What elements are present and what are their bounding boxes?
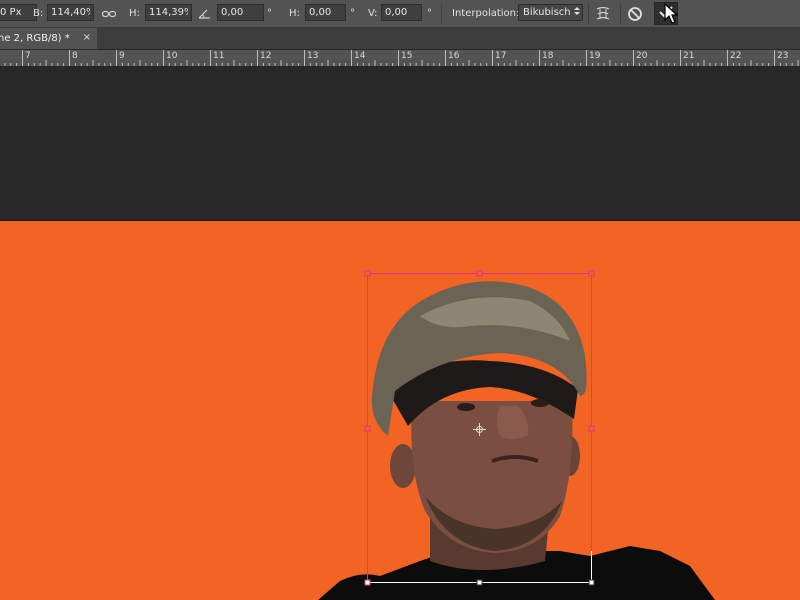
handle-top-center[interactable] bbox=[476, 270, 483, 277]
document-tab-bar: ne 2, RGB/8) * × bbox=[0, 28, 800, 50]
ruler-number: 19 bbox=[589, 51, 601, 61]
skew-v-degree-label: ° bbox=[427, 8, 432, 19]
handle-middle-left[interactable] bbox=[364, 425, 371, 432]
toolbar-divider bbox=[620, 4, 621, 23]
ruler-number: 15 bbox=[401, 51, 413, 61]
rotate-degree-label: ° bbox=[267, 8, 272, 19]
pasteboard bbox=[0, 67, 800, 221]
handle-top-right[interactable] bbox=[588, 270, 595, 277]
ruler-number: 8 bbox=[72, 51, 78, 61]
ruler-number: 10 bbox=[166, 51, 178, 61]
ruler-number: 12 bbox=[260, 51, 272, 61]
handle-bottom-left[interactable] bbox=[364, 579, 371, 586]
ruler-number: 17 bbox=[495, 51, 507, 61]
interpolation-value: Bikubisch bbox=[523, 7, 571, 18]
skew-v-field[interactable] bbox=[381, 4, 422, 21]
rotate-angle-icon bbox=[198, 0, 211, 27]
height-scale-label: H: bbox=[129, 8, 140, 19]
skew-h-degree-label: ° bbox=[350, 8, 355, 19]
ruler-number: 13 bbox=[307, 51, 319, 61]
ruler-number: 20 bbox=[636, 51, 648, 61]
cancel-transform-icon[interactable] bbox=[627, 0, 643, 27]
ruler-number: 11 bbox=[213, 51, 225, 61]
ruler-number: 16 bbox=[448, 51, 460, 61]
interpolation-select[interactable]: Bikubisch bbox=[518, 4, 583, 21]
close-tab-icon[interactable]: × bbox=[83, 32, 91, 43]
warp-mode-icon[interactable] bbox=[595, 0, 611, 27]
handle-bottom-right[interactable] bbox=[588, 579, 595, 586]
horizontal-ruler[interactable]: 7 8 9 10 11 12 13 14 15 16 17 18 19 20 21 22 23 bbox=[0, 50, 800, 67]
handle-middle-right[interactable] bbox=[588, 425, 595, 432]
handle-bottom-center[interactable] bbox=[476, 579, 483, 586]
width-scale-field[interactable] bbox=[47, 4, 94, 21]
ruler-number: 21 bbox=[683, 51, 695, 61]
rotate-angle-field[interactable] bbox=[217, 4, 264, 21]
ruler-number: 7 bbox=[25, 51, 31, 61]
ruler-number: 18 bbox=[542, 51, 554, 61]
interpolation-label: Interpolation: bbox=[452, 8, 520, 19]
height-scale-field[interactable] bbox=[145, 4, 192, 21]
reference-point-icon[interactable] bbox=[473, 423, 486, 436]
ruler-number: 14 bbox=[354, 51, 366, 61]
toolbar-divider bbox=[441, 4, 442, 23]
skew-h-label: H: bbox=[289, 8, 300, 19]
transform-box bbox=[364, 270, 595, 586]
skew-v-label: V: bbox=[368, 8, 378, 19]
skew-h-field[interactable] bbox=[305, 4, 346, 21]
link-icon[interactable] bbox=[102, 0, 116, 27]
width-scale-label: B: bbox=[33, 8, 44, 19]
options-bar: B: H: ° H: ° V: ° Interpolation: Bikubis… bbox=[0, 0, 800, 28]
mouse-cursor-icon bbox=[664, 3, 678, 25]
ruler-number: 22 bbox=[730, 51, 742, 61]
handle-top-left[interactable] bbox=[364, 270, 371, 277]
x-position-field[interactable] bbox=[0, 4, 37, 21]
document-canvas[interactable] bbox=[0, 221, 800, 600]
updown-arrows-icon bbox=[573, 6, 580, 19]
ruler-number: 9 bbox=[119, 51, 125, 61]
toolbar-divider bbox=[588, 4, 589, 23]
ruler-number: 23 bbox=[777, 51, 789, 61]
document-tab-title: ne 2, RGB/8) * bbox=[0, 33, 70, 44]
document-tab[interactable]: ne 2, RGB/8) * × bbox=[0, 28, 97, 49]
